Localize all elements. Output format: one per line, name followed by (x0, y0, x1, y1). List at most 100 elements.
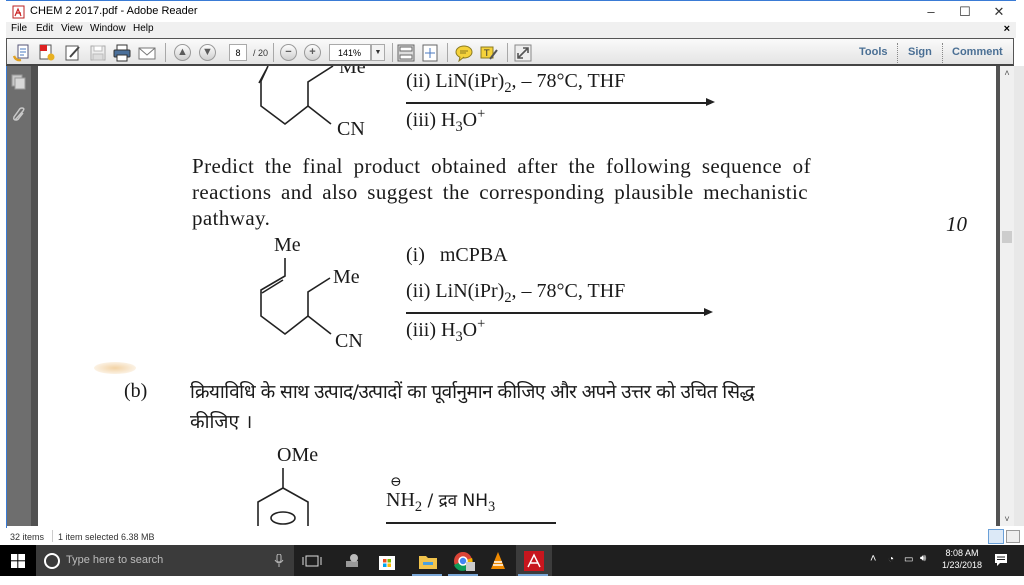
page-smudge (94, 362, 136, 374)
background-window-scrollbar (1014, 66, 1024, 526)
vertical-scrollbar[interactable]: ˄ ˅ (1000, 66, 1014, 526)
comment-tab[interactable]: Comment (952, 46, 1003, 58)
step-i-mcpba: (i) mCPBA (406, 244, 508, 266)
zoom-out-button[interactable]: − (280, 44, 297, 61)
start-button[interactable] (0, 545, 36, 576)
comment-bubble-icon[interactable] (455, 44, 473, 62)
fit-page-icon[interactable] (397, 44, 415, 62)
adobe-reader-window: CHEM 2 2017.pdf - Adobe Reader – ☐ ✕ Fil… (0, 0, 1024, 545)
toolbar: ▲ ▼ 8 / 20 − + 141% ▼ T Tools Sign Comme… (6, 38, 1014, 66)
arrow-up-icon: ▲ (177, 46, 188, 58)
tab-separator (942, 43, 943, 63)
network-app-icon[interactable] (340, 550, 364, 572)
show-hidden-icons-chevron[interactable]: ˄ (870, 553, 876, 584)
me-top-label: Me (274, 234, 301, 256)
reagent-label: NH2 / द्रव NH3 (386, 489, 496, 516)
me-right-label: Me (333, 266, 360, 288)
large-icons-view-icon[interactable] (1006, 530, 1020, 543)
windows-logo-icon (11, 554, 25, 568)
menu-file[interactable]: File (11, 23, 27, 34)
zoom-in-button[interactable]: + (304, 44, 321, 61)
part-b-label: (b) (124, 380, 148, 402)
maximize-button[interactable]: ☐ (948, 3, 982, 21)
vlc-icon[interactable] (486, 550, 510, 572)
next-page-button[interactable]: ▼ (199, 44, 216, 61)
top-me-label: Me (339, 66, 366, 78)
plus-icon: + (309, 46, 316, 58)
window-left-border (0, 0, 7, 545)
search-placeholder: Type here to search (66, 554, 164, 566)
zoom-dropdown-button[interactable]: ▼ (371, 44, 385, 61)
menu-help[interactable]: Help (133, 23, 154, 34)
top-reaction-arrow (406, 102, 711, 104)
question-text-line-1: Predict the final product obtained after… (192, 154, 811, 178)
wifi-icon[interactable]: ◔ (888, 554, 894, 585)
clock-time: 8:08 AM (945, 548, 979, 558)
adobe-reader-app-active[interactable] (516, 545, 552, 576)
scrollbar-thumb[interactable] (1002, 231, 1012, 243)
microphone-icon[interactable] (274, 554, 284, 568)
menu-window[interactable]: Window (90, 23, 126, 34)
hindi-question-line-2: कीजिए । (190, 411, 253, 433)
toolbar-separator (392, 43, 393, 62)
toolbar-separator (507, 43, 508, 62)
cortana-icon (44, 553, 60, 569)
page-number-input[interactable]: 8 (229, 44, 247, 61)
edit-icon[interactable] (64, 44, 82, 62)
toolbar-separator (165, 43, 166, 62)
navigation-pane (7, 66, 31, 526)
question-text-line-2: reactions and also suggest the correspon… (192, 180, 808, 204)
file-explorer-app[interactable] (410, 545, 446, 576)
clock-date: 1/23/2018 (941, 560, 983, 570)
battery-network-icon[interactable]: ▭ (904, 554, 913, 585)
step-iii-hydronium: (iii) H3O+ (406, 316, 486, 345)
document-view: Me CN (ii) LiN(iPr)2, – 78°C, THF (iii) … (38, 66, 996, 526)
window-title: CHEM 2 2017.pdf - Adobe Reader (30, 5, 198, 17)
fullscreen-icon[interactable] (514, 44, 532, 62)
microsoft-store-icon[interactable] (375, 550, 399, 572)
items-count: 32 items (10, 532, 45, 542)
svg-text:T: T (483, 49, 490, 59)
attachments-paperclip-icon[interactable] (11, 106, 27, 124)
adobe-reader-icon (524, 551, 544, 571)
export-pdf-icon[interactable] (38, 44, 56, 62)
cn-label: CN (335, 330, 363, 352)
highlight-text-icon[interactable]: T (480, 44, 498, 62)
total-pages: / 20 (253, 48, 269, 58)
navigation-pane-splitter[interactable] (31, 66, 38, 526)
explorer-status-bar: 32 items 1 item selected 6.38 MB (0, 528, 1024, 545)
chrome-icon (454, 552, 475, 571)
tools-tab[interactable]: Tools (859, 46, 888, 58)
action-center-icon[interactable] (994, 553, 1008, 567)
toolbar-separator (447, 43, 448, 62)
save-icon[interactable] (89, 44, 107, 62)
menu-edit[interactable]: Edit (36, 23, 53, 34)
email-icon[interactable] (138, 44, 156, 62)
clock[interactable]: 8:08 AM 1/23/2018 (940, 545, 984, 576)
print-icon[interactable] (113, 44, 131, 62)
close-document-button[interactable]: × (1004, 23, 1010, 35)
page-thumbnails-icon[interactable] (11, 74, 27, 90)
taskbar-search-box[interactable]: Type here to search (36, 545, 294, 576)
zoom-level-input[interactable]: 141% (329, 44, 371, 61)
sign-tab[interactable]: Sign (908, 46, 932, 58)
close-button[interactable]: ✕ (982, 3, 1016, 21)
chrome-app[interactable] (446, 545, 482, 576)
details-view-icon[interactable] (988, 529, 1004, 544)
scroll-up-icon[interactable]: ˄ (1000, 68, 1014, 78)
arrow-down-icon: ▼ (202, 46, 213, 58)
task-view-icon[interactable] (300, 550, 324, 572)
previous-page-button[interactable]: ▲ (174, 44, 191, 61)
menu-bar: File Edit View Window Help × (6, 22, 1016, 38)
fit-width-icon[interactable] (421, 44, 439, 62)
create-pdf-icon[interactable] (13, 44, 31, 62)
folder-icon (419, 556, 437, 569)
reaction-arrow-b (386, 522, 556, 524)
minimize-button[interactable]: – (914, 3, 948, 21)
anisole-structure (257, 468, 309, 526)
marks-label: 10 (946, 212, 967, 236)
menu-view[interactable]: View (61, 23, 83, 34)
volume-icon[interactable]: 🔊︎ (920, 553, 926, 584)
top-cn-label: CN (337, 118, 365, 140)
scroll-down-icon[interactable]: ˅ (1000, 514, 1014, 524)
